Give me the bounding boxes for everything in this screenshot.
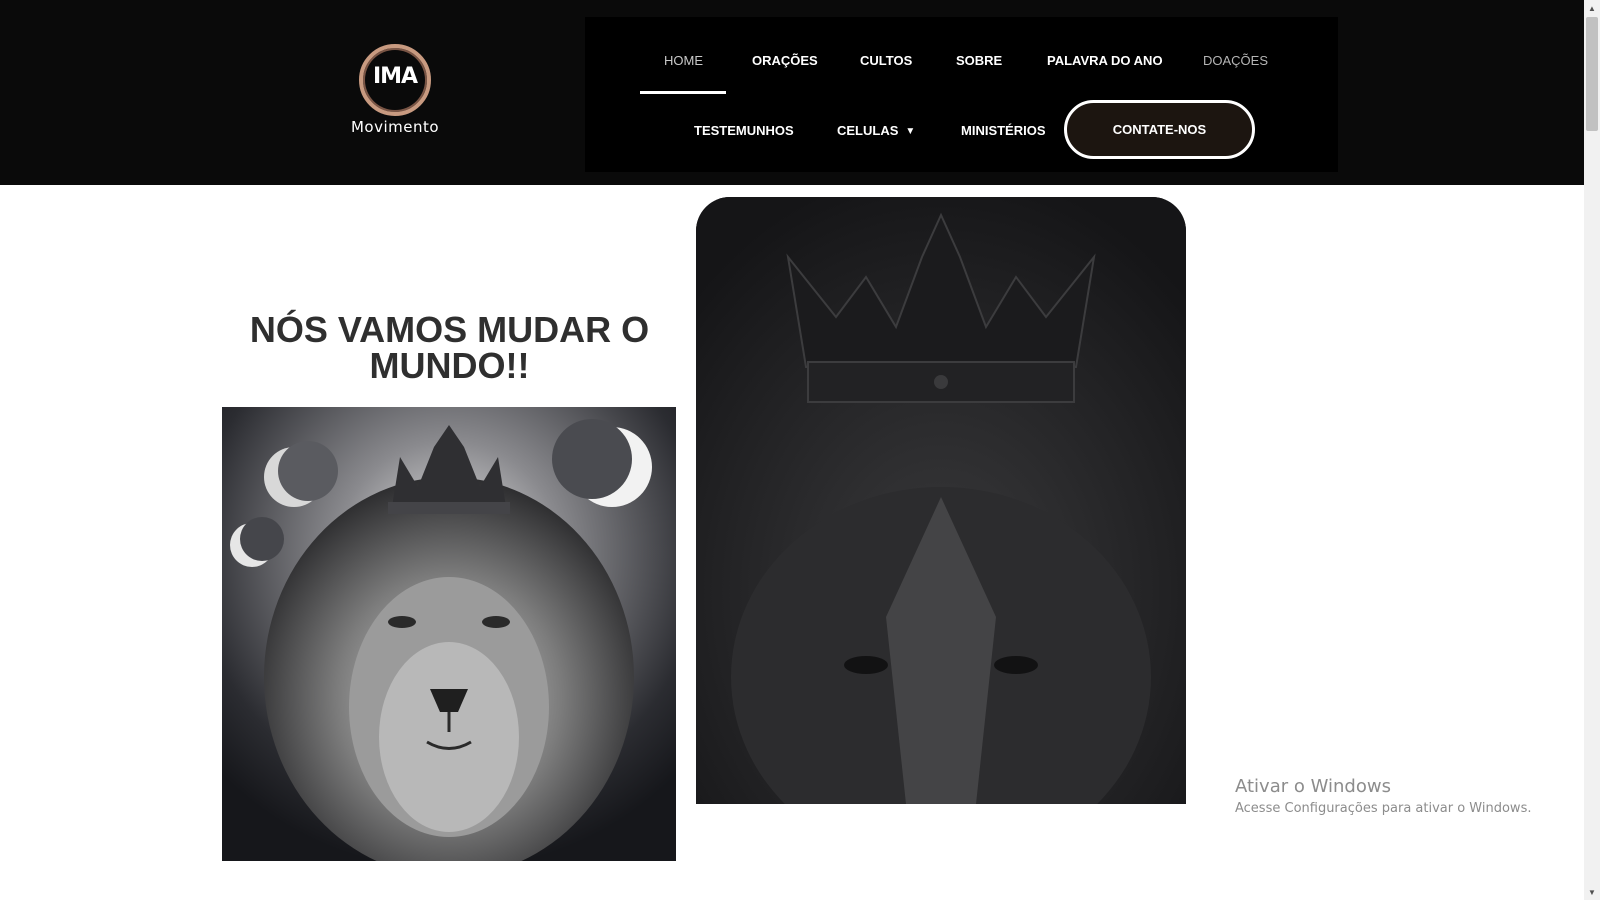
nav-item-celulas[interactable]: CELULAS ▼: [837, 123, 915, 138]
triangle-down-icon[interactable]: ▼: [1584, 884, 1600, 900]
dark-crowned-lion-illustration: [696, 197, 1186, 804]
scrollbar-thumb[interactable]: [1586, 17, 1598, 131]
nav-item-testemunhos[interactable]: TESTEMUNHOS: [694, 123, 794, 138]
logo-mark-text: IMA: [372, 64, 418, 89]
nav-active-indicator: [640, 91, 726, 94]
logo-wordmark: Movimento: [350, 118, 440, 136]
hero-title: NÓS VAMOS MUDAR O MUNDO!!: [249, 309, 650, 386]
site-logo[interactable]: IMA Movimento: [345, 42, 445, 142]
nav-item-celulas-label: CELULAS: [837, 123, 899, 138]
section-heading-cropped: [222, 886, 676, 900]
triangle-up-icon[interactable]: ▲: [1584, 0, 1600, 16]
nav-item-ministerios[interactable]: MINISTÉRIOS: [961, 123, 1046, 138]
crowned-lion-moon-image: [222, 407, 676, 861]
site-header: IMA Movimento HOME ORAÇÕES CULTOS SOBRE …: [0, 0, 1584, 185]
windows-activation-watermark: Ativar o Windows Acesse Configurações pa…: [1235, 776, 1531, 816]
nav-item-sobre[interactable]: SOBRE: [956, 53, 1002, 68]
nav-item-oracoes[interactable]: ORAÇÕES: [752, 53, 818, 68]
nav-item-doacoes[interactable]: DOAÇÕES: [1203, 53, 1268, 68]
nav-item-palavra-do-ano[interactable]: PALAVRA DO ANO: [1047, 53, 1163, 68]
watermark-title: Ativar o Windows: [1235, 776, 1391, 797]
contact-button[interactable]: CONTATE-NOS: [1064, 100, 1255, 159]
page-scrollbar[interactable]: ▲ ▼: [1584, 0, 1600, 900]
nav-item-home[interactable]: HOME: [664, 53, 703, 68]
watermark-subtitle: Acesse Configurações para ativar o Windo…: [1235, 801, 1532, 816]
chevron-down-icon: ▼: [905, 126, 916, 137]
crowned-lion-moon-illustration: [222, 407, 676, 861]
dark-crowned-lion-image: [696, 197, 1186, 804]
nav-item-cultos[interactable]: CULTOS: [860, 53, 912, 68]
